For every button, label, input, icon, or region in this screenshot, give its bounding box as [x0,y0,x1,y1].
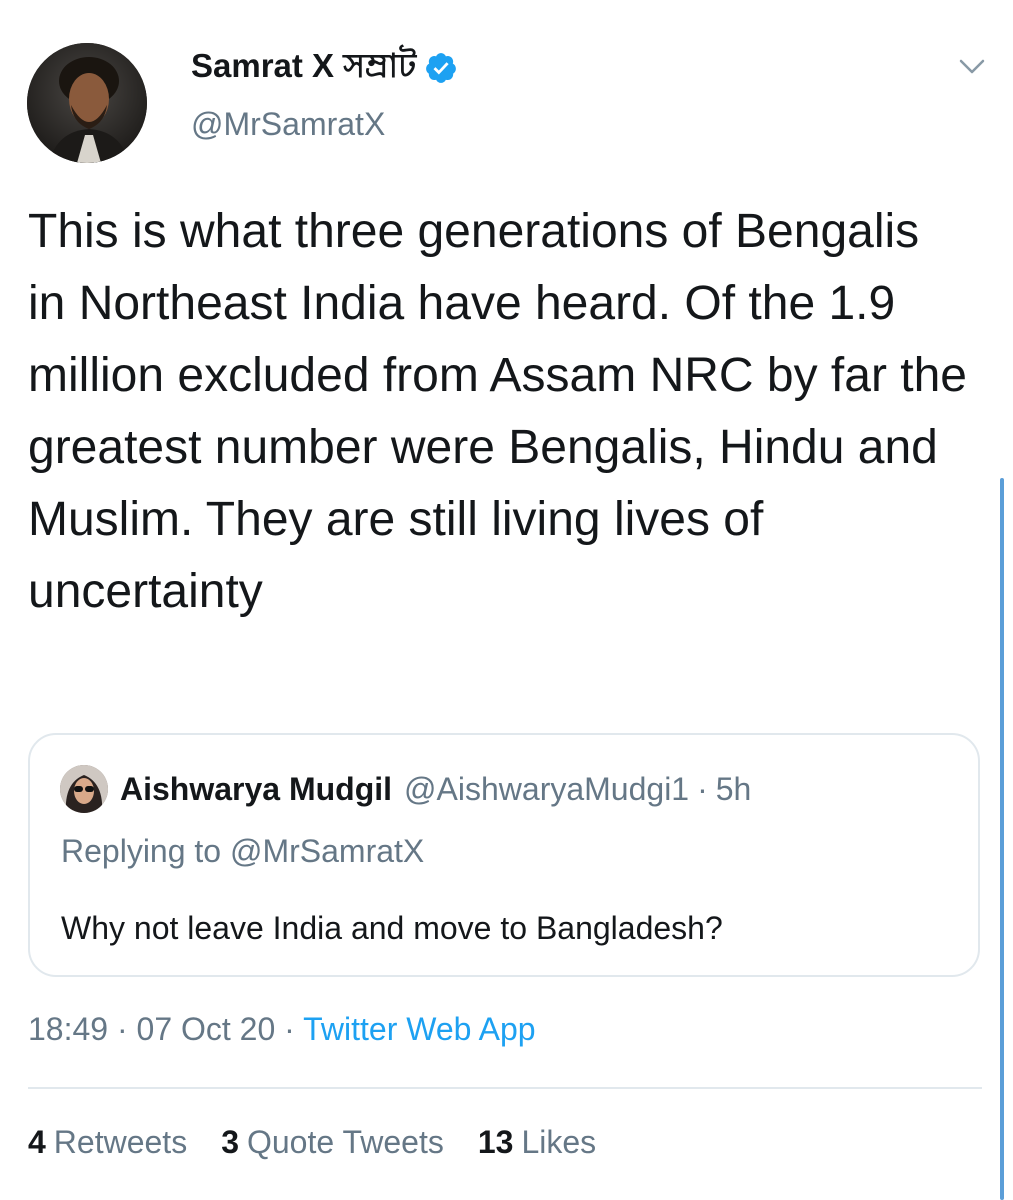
meta-separator: · [275,1011,304,1047]
author-avatar[interactable] [27,43,147,163]
quoted-tweet-header: Aishwarya Mudgil @AishwaryaMudgi1 · 5h [60,765,751,813]
author-handle[interactable]: @MrSamratX [191,106,385,143]
tweet-text: This is what three generations of Bengal… [28,205,967,618]
scrollbar[interactable] [1000,478,1004,1200]
author-name-row[interactable]: Samrat X সম্রাট [191,44,458,92]
quoted-author-avatar[interactable] [60,765,108,813]
verified-badge-icon [424,51,458,85]
quoted-tweet-text: Why not leave India and move to Banglade… [61,910,723,946]
likes-label: Likes [521,1124,597,1160]
quoted-tweet-time: 5h [715,770,752,807]
tweet-stats: 4 Retweets 3 Quote Tweets 13 Likes [28,1124,630,1161]
tweet-timestamp[interactable]: 18:49 · 07 Oct 20 [28,1011,275,1047]
retweets-label: Retweets [53,1124,188,1160]
retweets-stat[interactable]: 4 Retweets [28,1124,187,1161]
quote-tweets-stat[interactable]: 3 Quote Tweets [221,1124,444,1161]
divider [28,1087,982,1089]
likes-stat[interactable]: 13 Likes [478,1124,596,1161]
author-name[interactable]: Samrat X সম্রাট [191,40,416,96]
quoted-replying-to: Replying to @MrSamratX [61,833,425,869]
tweet-source-link[interactable]: Twitter Web App [303,1011,535,1047]
retweets-count: 4 [28,1124,46,1160]
quoted-separator: · [697,770,708,807]
tweet-meta: 18:49 · 07 Oct 20 · Twitter Web App [28,1011,536,1048]
chevron-down-icon[interactable] [954,52,990,80]
quoted-author-handle[interactable]: @AishwaryaMudgi1 [404,771,689,808]
quoted-author-name[interactable]: Aishwarya Mudgil [120,771,392,808]
quote-tweets-label: Quote Tweets [246,1124,444,1160]
likes-count: 13 [477,1124,514,1160]
quoted-tweet-card[interactable]: Aishwarya Mudgil @AishwaryaMudgi1 · 5h R… [28,733,980,977]
quote-tweets-count: 3 [221,1124,239,1160]
